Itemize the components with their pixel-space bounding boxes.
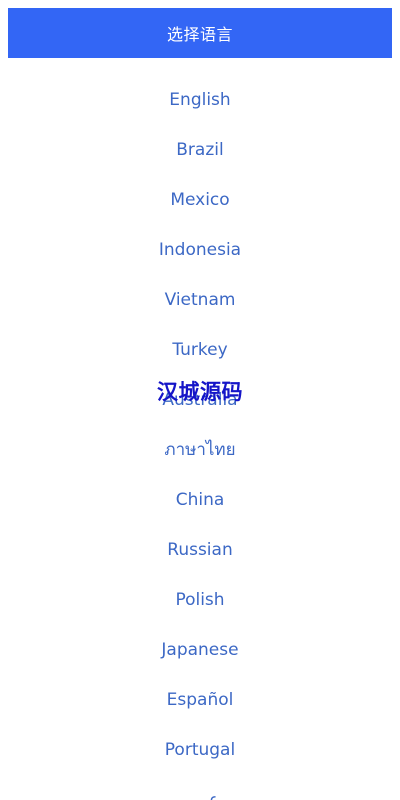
- language-list: English Brazil Mexico Indonesia Vietnam …: [0, 75, 400, 800]
- language-option-japanese[interactable]: Japanese: [0, 625, 400, 675]
- language-option-arabic[interactable]: عربي: [0, 775, 400, 800]
- language-option-indonesia[interactable]: Indonesia: [0, 225, 400, 275]
- language-option-russian[interactable]: Russian: [0, 525, 400, 575]
- language-option-china[interactable]: China: [0, 475, 400, 525]
- language-option-turkey[interactable]: Turkey: [0, 325, 400, 375]
- language-option-brazil[interactable]: Brazil: [0, 125, 400, 175]
- language-option-mexico[interactable]: Mexico: [0, 175, 400, 225]
- page-title: 选择语言: [166, 25, 233, 44]
- language-option-polish[interactable]: Polish: [0, 575, 400, 625]
- language-option-portugal[interactable]: Portugal: [0, 725, 400, 775]
- language-option-vietnam[interactable]: Vietnam: [0, 275, 400, 325]
- language-option-australia[interactable]: Australia: [0, 375, 400, 425]
- language-option-thai[interactable]: ภาษาไทย: [0, 425, 400, 475]
- language-option-espanol[interactable]: Español: [0, 675, 400, 725]
- language-option-english[interactable]: English: [0, 75, 400, 125]
- header-bar: 选择语言: [8, 8, 392, 58]
